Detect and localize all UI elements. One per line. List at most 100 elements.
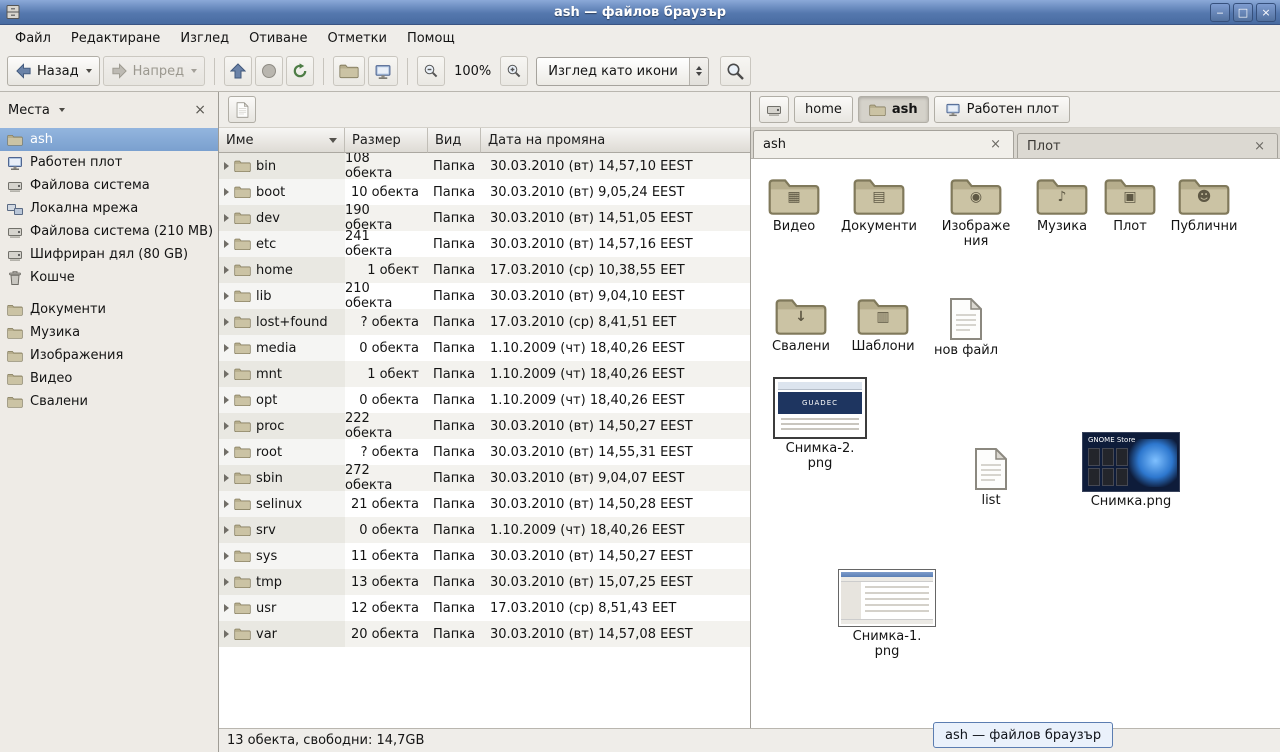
- back-button[interactable]: Назад: [7, 56, 100, 86]
- zoom-in-button[interactable]: [500, 56, 528, 86]
- maximize-button[interactable]: □: [1233, 3, 1253, 22]
- expander-icon[interactable]: [224, 526, 229, 534]
- icon-folder-documents[interactable]: ▤ Документи: [835, 175, 923, 235]
- icon-folder-pictures[interactable]: ◉ Изображения: [931, 175, 1021, 250]
- expander-icon[interactable]: [224, 396, 229, 404]
- taskbar-window-button[interactable]: ash — файлов браузър: [933, 722, 1113, 748]
- expander-icon[interactable]: [224, 240, 229, 248]
- view-mode-select[interactable]: Изглед като икони: [536, 57, 709, 86]
- sidebar-item-pictures[interactable]: Изображения: [0, 344, 218, 367]
- table-row[interactable]: usr 12 обекта Папка 17.03.2010 (ср) 8,51…: [219, 595, 750, 621]
- table-row[interactable]: srv 0 обекта Папка 1.10.2009 (чт) 18,40,…: [219, 517, 750, 543]
- computer-button[interactable]: [368, 56, 398, 86]
- expander-icon[interactable]: [224, 448, 229, 456]
- expander-icon[interactable]: [224, 370, 229, 378]
- minimize-button[interactable]: ‒: [1210, 3, 1230, 22]
- expander-icon[interactable]: [224, 214, 229, 222]
- menu-file[interactable]: Файл: [5, 27, 61, 50]
- sidebar-item-encrypted-80gb[interactable]: Шифриран дял (80 GB): [0, 243, 218, 266]
- icon-folder-templates[interactable]: ▥ Шаблони: [840, 295, 926, 355]
- menu-help[interactable]: Помощ: [397, 27, 465, 50]
- icon-view[interactable]: ▦ Видео ▤ Документи ◉ Изображения ♪ Музи…: [751, 159, 1280, 728]
- expander-icon[interactable]: [224, 344, 229, 352]
- up-button[interactable]: [224, 56, 252, 86]
- icon-image-snimka[interactable]: GNOME Store Снимка.png: [1081, 432, 1181, 510]
- sidebar-item-filesystem[interactable]: Файлова система: [0, 174, 218, 197]
- table-row[interactable]: dev 190 обекта Папка 30.03.2010 (вт) 14,…: [219, 205, 750, 231]
- back-dropdown-icon[interactable]: [86, 69, 92, 73]
- table-row[interactable]: root ? обекта Папка 30.03.2010 (вт) 14,5…: [219, 439, 750, 465]
- zoom-out-button[interactable]: [417, 56, 445, 86]
- table-row[interactable]: media 0 обекта Папка 1.10.2009 (чт) 18,4…: [219, 335, 750, 361]
- search-button[interactable]: [720, 56, 751, 86]
- table-row[interactable]: etc 241 обекта Папка 30.03.2010 (вт) 14,…: [219, 231, 750, 257]
- view-mode-spinner[interactable]: [689, 58, 708, 85]
- table-row[interactable]: proc 222 обекта Папка 30.03.2010 (вт) 14…: [219, 413, 750, 439]
- expander-icon[interactable]: [224, 292, 229, 300]
- sidebar-item-network[interactable]: Локална мрежа: [0, 197, 218, 220]
- sidebar-item-downloads[interactable]: Свалени: [0, 390, 218, 413]
- tab-ash[interactable]: ash ×: [753, 130, 1014, 158]
- table-row[interactable]: home 1 обект Папка 17.03.2010 (ср) 10,38…: [219, 257, 750, 283]
- table-row[interactable]: lib 210 обекта Папка 30.03.2010 (вт) 9,0…: [219, 283, 750, 309]
- table-row[interactable]: selinux 21 обекта Папка 30.03.2010 (вт) …: [219, 491, 750, 517]
- table-row[interactable]: mnt 1 обект Папка 1.10.2009 (чт) 18,40,2…: [219, 361, 750, 387]
- table-row[interactable]: bin 108 обекта Папка 30.03.2010 (вт) 14,…: [219, 153, 750, 179]
- table-row[interactable]: tmp 13 обекта Папка 30.03.2010 (вт) 15,0…: [219, 569, 750, 595]
- icon-image-snimka-2[interactable]: GUADEC Снимка-2.png: [771, 377, 869, 472]
- icon-file-new[interactable]: нов файл: [923, 297, 1009, 359]
- sidebar-item-music[interactable]: Музика: [0, 321, 218, 344]
- column-header-name[interactable]: Име: [219, 128, 345, 153]
- sidebar-item-trash[interactable]: Кошче: [0, 266, 218, 289]
- expander-icon[interactable]: [224, 162, 229, 170]
- forward-button[interactable]: Напред: [103, 56, 205, 86]
- table-row[interactable]: lost+found ? обекта Папка 17.03.2010 (ср…: [219, 309, 750, 335]
- expander-icon[interactable]: [224, 604, 229, 612]
- expander-icon[interactable]: [224, 318, 229, 326]
- expander-icon[interactable]: [224, 630, 229, 638]
- column-header-size[interactable]: Размер: [345, 128, 428, 153]
- table-row[interactable]: boot 10 обекта Папка 30.03.2010 (вт) 9,0…: [219, 179, 750, 205]
- column-header-type[interactable]: Вид: [428, 128, 481, 153]
- expander-icon[interactable]: [224, 500, 229, 508]
- menu-go[interactable]: Отиване: [239, 27, 317, 50]
- icon-folder-video[interactable]: ▦ Видео: [751, 175, 837, 235]
- menu-edit[interactable]: Редактиране: [61, 27, 170, 50]
- sidebar-item-desktop[interactable]: Работен плот: [0, 151, 218, 174]
- table-row[interactable]: sys 11 обекта Папка 30.03.2010 (вт) 14,5…: [219, 543, 750, 569]
- expander-icon[interactable]: [224, 266, 229, 274]
- menu-view[interactable]: Изглед: [170, 27, 239, 50]
- pathbar-ash-button[interactable]: ash: [858, 96, 929, 123]
- pathbar-root-button[interactable]: [759, 96, 789, 123]
- expander-icon[interactable]: [224, 552, 229, 560]
- expander-icon[interactable]: [224, 188, 229, 196]
- tab-plot[interactable]: Плот ×: [1017, 133, 1278, 158]
- icon-folder-public[interactable]: ☻ Публични: [1160, 175, 1248, 235]
- sidebar-item-documents[interactable]: Документи: [0, 298, 218, 321]
- home-button[interactable]: [333, 56, 365, 86]
- sidebar-title[interactable]: Места: [8, 103, 50, 118]
- tab-close-icon[interactable]: ×: [1251, 139, 1268, 154]
- sidebar-close-icon[interactable]: ×: [190, 102, 210, 118]
- sidebar-item-ash[interactable]: ash: [0, 128, 218, 151]
- table-row[interactable]: sbin 272 обекта Папка 30.03.2010 (вт) 9,…: [219, 465, 750, 491]
- stop-button[interactable]: [255, 56, 283, 86]
- expander-icon[interactable]: [224, 578, 229, 586]
- pathbar-desktop-button[interactable]: Работен плот: [934, 96, 1070, 123]
- table-row[interactable]: opt 0 обекта Папка 1.10.2009 (чт) 18,40,…: [219, 387, 750, 413]
- menu-bookmarks[interactable]: Отметки: [317, 27, 396, 50]
- icon-file-list[interactable]: list: [948, 447, 1034, 509]
- pathbar-home-button[interactable]: home: [794, 96, 853, 123]
- sidebar-item-video[interactable]: Видео: [0, 367, 218, 390]
- reload-button[interactable]: [286, 56, 314, 86]
- table-row[interactable]: var 20 обекта Папка 30.03.2010 (вт) 14,5…: [219, 621, 750, 647]
- tab-close-icon[interactable]: ×: [987, 137, 1004, 152]
- icon-folder-downloads[interactable]: ↓ Свалени: [758, 295, 844, 355]
- expander-icon[interactable]: [224, 422, 229, 430]
- sidebar-title-dropdown-icon[interactable]: [59, 108, 65, 112]
- icon-image-snimka-1[interactable]: Снимка-1.png: [837, 569, 937, 660]
- sidebar-item-filesystem-210mb[interactable]: Файлова система (210 MB): [0, 220, 218, 243]
- close-button[interactable]: ×: [1256, 3, 1276, 22]
- column-header-date[interactable]: Дата на промяна: [481, 128, 750, 153]
- expander-icon[interactable]: [224, 474, 229, 482]
